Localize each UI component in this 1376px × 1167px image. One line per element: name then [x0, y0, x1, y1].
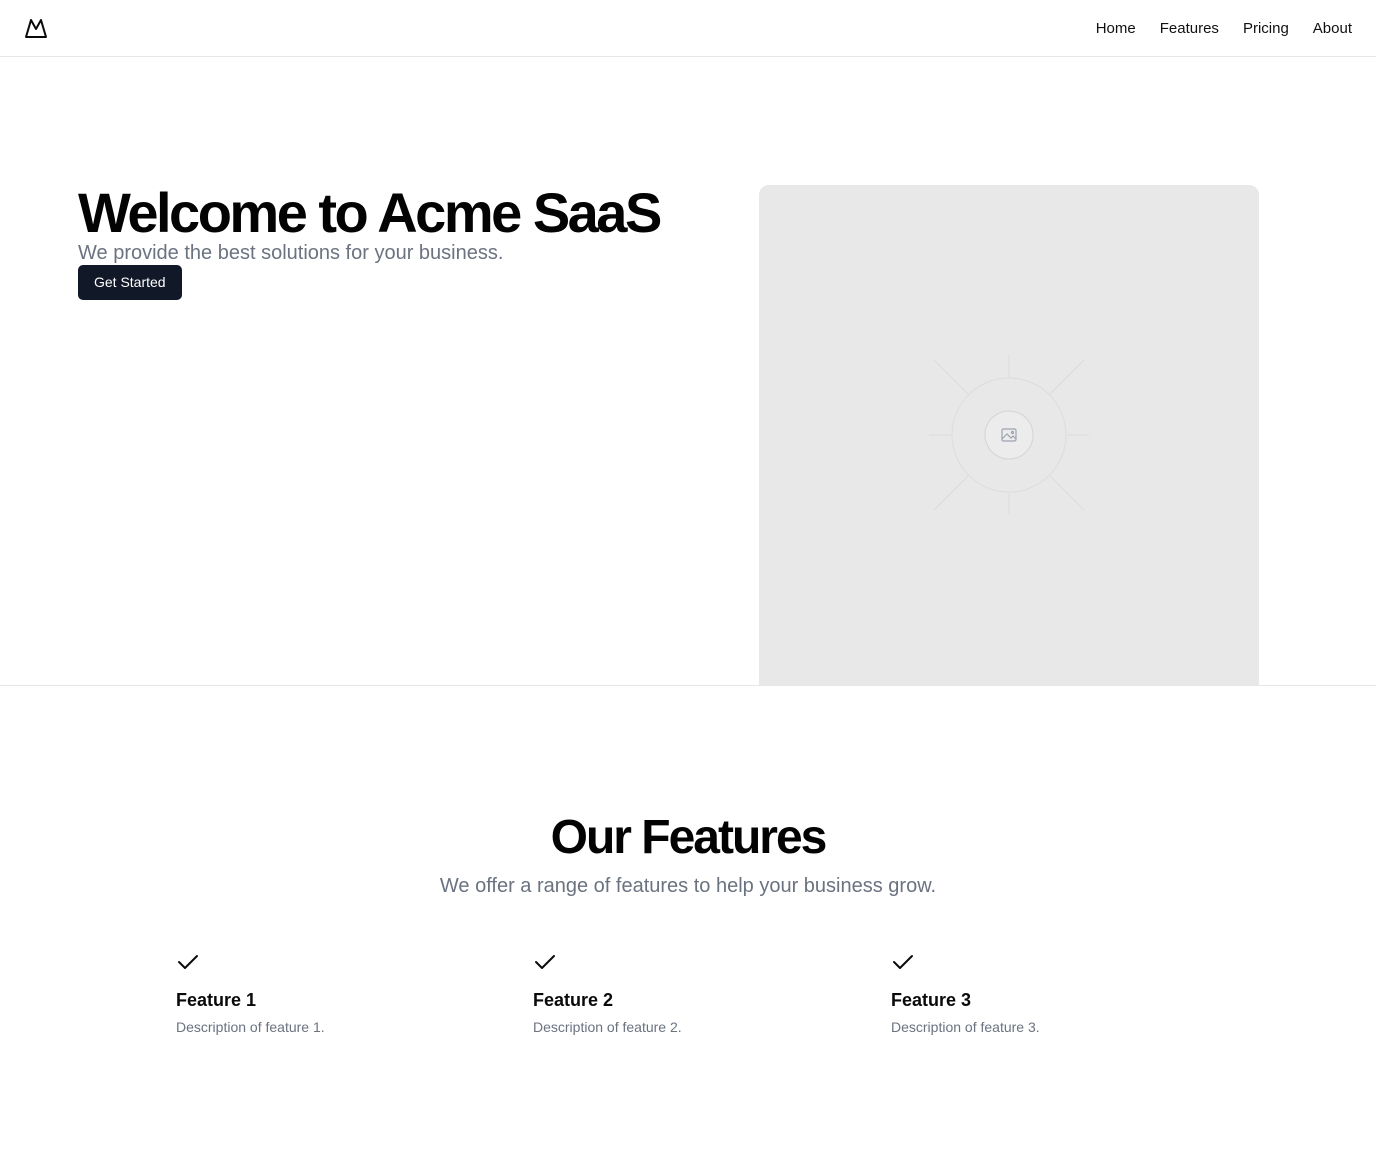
nav-link-home[interactable]: Home — [1096, 20, 1136, 37]
check-icon — [535, 955, 555, 969]
hero-text: Welcome to Acme SaaS We provide the best… — [78, 185, 718, 300]
feature-card-2: Feature 2 Description of feature 2. — [533, 950, 853, 1035]
get-started-button[interactable]: Get Started — [78, 265, 182, 300]
feature-description: Description of feature 2. — [533, 1019, 682, 1035]
feature-title: Feature 3 — [891, 990, 972, 1010]
features-section: Our Features We offer a range of feature… — [0, 686, 1376, 1167]
image-placeholder-icon — [929, 355, 1089, 515]
feature-title: Feature 1 — [176, 990, 257, 1010]
feature-title: Feature 2 — [533, 990, 614, 1010]
feature-card-3: Feature 3 Description of feature 3. — [891, 950, 1211, 1035]
hero-image-placeholder — [759, 185, 1259, 685]
site-header: Home Features Pricing About — [0, 0, 1376, 57]
features-subtitle: We offer a range of features to help you… — [439, 875, 937, 897]
nav-link-features[interactable]: Features — [1160, 20, 1219, 37]
hero-section: Welcome to Acme SaaS We provide the best… — [0, 57, 1376, 686]
feature-description: Description of feature 3. — [891, 1019, 1040, 1035]
feature-description: Description of feature 1. — [176, 1019, 325, 1035]
nav-link-pricing[interactable]: Pricing — [1243, 20, 1289, 37]
main-nav: Home Features Pricing About — [1096, 0, 1352, 56]
nav-link-about[interactable]: About — [1313, 20, 1352, 37]
hero-title: Welcome to Acme SaaS — [78, 181, 662, 244]
mountain-logo-icon[interactable] — [24, 16, 48, 40]
features-title: Our Features — [550, 811, 828, 864]
check-icon — [893, 955, 913, 969]
check-icon — [178, 955, 198, 969]
hero-subtitle: We provide the best solutions for your b… — [78, 242, 504, 264]
feature-card-1: Feature 1 Description of feature 1. — [176, 950, 496, 1035]
